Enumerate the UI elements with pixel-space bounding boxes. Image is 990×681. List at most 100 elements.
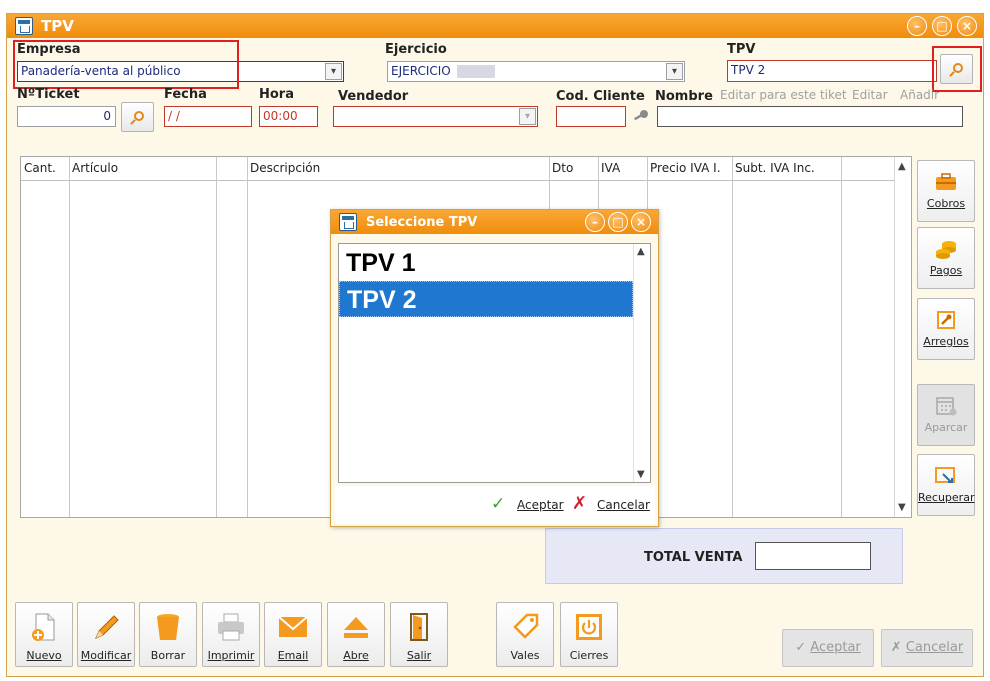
dialog-aceptar-button[interactable]: Aceptar bbox=[517, 498, 564, 512]
recuperar-button[interactable]: Recuperar bbox=[917, 454, 975, 516]
list-scrollbar[interactable]: ▲ ▼ bbox=[633, 244, 650, 482]
fecha-label: Fecha bbox=[164, 87, 207, 102]
chevron-down-icon[interactable]: ▾ bbox=[519, 108, 536, 125]
vendedor-label: Vendedor bbox=[338, 89, 409, 104]
tag-icon bbox=[513, 613, 539, 639]
pencil-icon bbox=[95, 615, 119, 639]
recuperar-label: Recuperar bbox=[918, 491, 975, 504]
title-bar[interactable]: TPV – □ × bbox=[7, 14, 983, 38]
col-divider bbox=[732, 157, 733, 517]
coins-icon bbox=[936, 241, 956, 259]
total-panel: TOTAL VENTA bbox=[545, 528, 903, 584]
imprimir-button[interactable]: Imprimir bbox=[202, 602, 260, 667]
abre-button[interactable]: Abre bbox=[327, 602, 385, 667]
col-header-end[interactable] bbox=[841, 157, 895, 181]
email-label: Email bbox=[277, 649, 309, 662]
close-icon[interactable]: × bbox=[631, 212, 651, 232]
key-icon[interactable] bbox=[633, 109, 648, 123]
col-header-dto[interactable]: Dto bbox=[549, 157, 598, 181]
col-divider bbox=[216, 157, 217, 517]
chevron-down-icon[interactable]: ▼ bbox=[898, 502, 906, 513]
editar-link[interactable]: Editar bbox=[852, 88, 888, 102]
dialog-title: Seleccione TPV bbox=[366, 215, 478, 230]
email-icon bbox=[278, 616, 308, 637]
anadir-link[interactable]: Añadir bbox=[900, 88, 939, 102]
col-header-subtotal[interactable]: Subt. IVA Inc. bbox=[732, 157, 841, 181]
check-icon[interactable]: ✓ bbox=[491, 494, 505, 514]
list-item[interactable]: TPV 2 bbox=[339, 281, 633, 317]
salir-button[interactable]: Salir bbox=[390, 602, 448, 667]
col-header-articulo[interactable]: Artículo bbox=[69, 157, 216, 181]
exit-door-icon bbox=[410, 613, 428, 641]
arreglos-button[interactable]: Arreglos bbox=[917, 298, 975, 360]
borrar-label: Borrar bbox=[150, 649, 186, 662]
pagos-button[interactable]: Pagos bbox=[917, 227, 975, 289]
tpv-list[interactable]: TPV 1 TPV 2 ▲ ▼ bbox=[338, 243, 651, 483]
nuevo-button[interactable]: Nuevo bbox=[15, 602, 73, 667]
chevron-up-icon[interactable]: ▲ bbox=[637, 246, 645, 257]
vendedor-select[interactable]: ▾ bbox=[333, 106, 538, 127]
minimize-icon[interactable]: – bbox=[907, 16, 927, 36]
tpv-field[interactable]: TPV 2 bbox=[727, 60, 937, 82]
aparcar-button[interactable]: Aparcar bbox=[917, 384, 975, 446]
hora-label: Hora bbox=[259, 87, 294, 102]
maximize-icon[interactable]: □ bbox=[932, 16, 952, 36]
list-item[interactable]: TPV 1 bbox=[339, 245, 633, 281]
highlight-box bbox=[13, 40, 239, 89]
chevron-down-icon[interactable]: ▾ bbox=[666, 63, 683, 80]
cancelar-button[interactable]: ✗ Cancelar bbox=[881, 629, 973, 667]
nuevo-label: Nuevo bbox=[26, 649, 62, 662]
col-divider bbox=[69, 157, 70, 517]
power-icon bbox=[576, 614, 602, 640]
col-header-precio[interactable]: Precio IVA I. bbox=[647, 157, 732, 181]
vales-button[interactable]: Vales bbox=[496, 602, 554, 667]
ticket-field[interactable]: 0 bbox=[17, 106, 116, 127]
close-icon[interactable]: × bbox=[957, 16, 977, 36]
cancelar-label: Cancelar bbox=[905, 640, 964, 655]
chevron-down-icon[interactable]: ▾ bbox=[325, 63, 342, 80]
chevron-down-icon[interactable]: ▼ bbox=[637, 469, 645, 480]
total-value bbox=[755, 542, 871, 570]
modificar-button[interactable]: Modificar bbox=[77, 602, 135, 667]
grid-scrollbar[interactable]: ▲ ▼ bbox=[894, 157, 911, 517]
select-tpv-dialog: Seleccione TPV – □ × TPV 1 TPV 2 ▲ ▼ ✓ A… bbox=[330, 209, 659, 527]
pagos-label: Pagos bbox=[929, 264, 963, 277]
aparcar-label: Aparcar bbox=[924, 421, 968, 434]
editar-tiket-link[interactable]: Editar para este tiket bbox=[720, 88, 847, 102]
dialog-title-bar[interactable]: Seleccione TPV – □ × bbox=[331, 210, 658, 234]
nombre-label: Nombre bbox=[655, 89, 713, 104]
eject-icon bbox=[344, 617, 368, 638]
ticket-search-button[interactable] bbox=[121, 102, 154, 132]
borrar-button[interactable]: Borrar bbox=[139, 602, 197, 667]
col-divider bbox=[841, 157, 842, 517]
aceptar-button[interactable]: ✓ Aceptar bbox=[782, 629, 874, 667]
wrench-icon bbox=[937, 311, 955, 329]
minimize-icon[interactable]: – bbox=[585, 212, 605, 232]
maximize-icon[interactable]: □ bbox=[608, 212, 628, 232]
cross-icon[interactable]: ✗ bbox=[572, 493, 587, 514]
cierres-button[interactable]: Cierres bbox=[560, 602, 618, 667]
app-icon bbox=[339, 213, 357, 231]
vales-label: Vales bbox=[510, 649, 540, 662]
aceptar-label: Aceptar bbox=[810, 640, 861, 655]
trash-icon bbox=[157, 614, 179, 640]
chevron-up-icon[interactable]: ▲ bbox=[898, 161, 906, 172]
recover-icon bbox=[935, 467, 955, 483]
salir-label: Salir bbox=[406, 649, 432, 662]
email-button[interactable]: Email bbox=[264, 602, 322, 667]
col-header-descripcion[interactable]: Descripción bbox=[247, 157, 549, 181]
ticket-label: NºTicket bbox=[17, 87, 80, 102]
codcliente-field[interactable] bbox=[556, 106, 626, 127]
cierres-label: Cierres bbox=[569, 649, 609, 662]
tpv-label: TPV bbox=[727, 42, 756, 57]
fecha-field[interactable]: / / bbox=[164, 106, 252, 127]
dialog-cancelar-button[interactable]: Cancelar bbox=[597, 498, 650, 512]
nombre-field[interactable] bbox=[657, 106, 963, 127]
col-header-cant[interactable]: Cant. bbox=[21, 157, 69, 181]
col-divider bbox=[247, 157, 248, 517]
ejercicio-select[interactable]: EJERCICIO ▾ bbox=[387, 61, 685, 82]
cobros-button[interactable]: Cobros bbox=[917, 160, 975, 222]
col-header-blank[interactable] bbox=[216, 157, 247, 181]
hora-field[interactable]: 00:00 bbox=[259, 106, 318, 127]
col-header-iva[interactable]: IVA bbox=[598, 157, 647, 181]
